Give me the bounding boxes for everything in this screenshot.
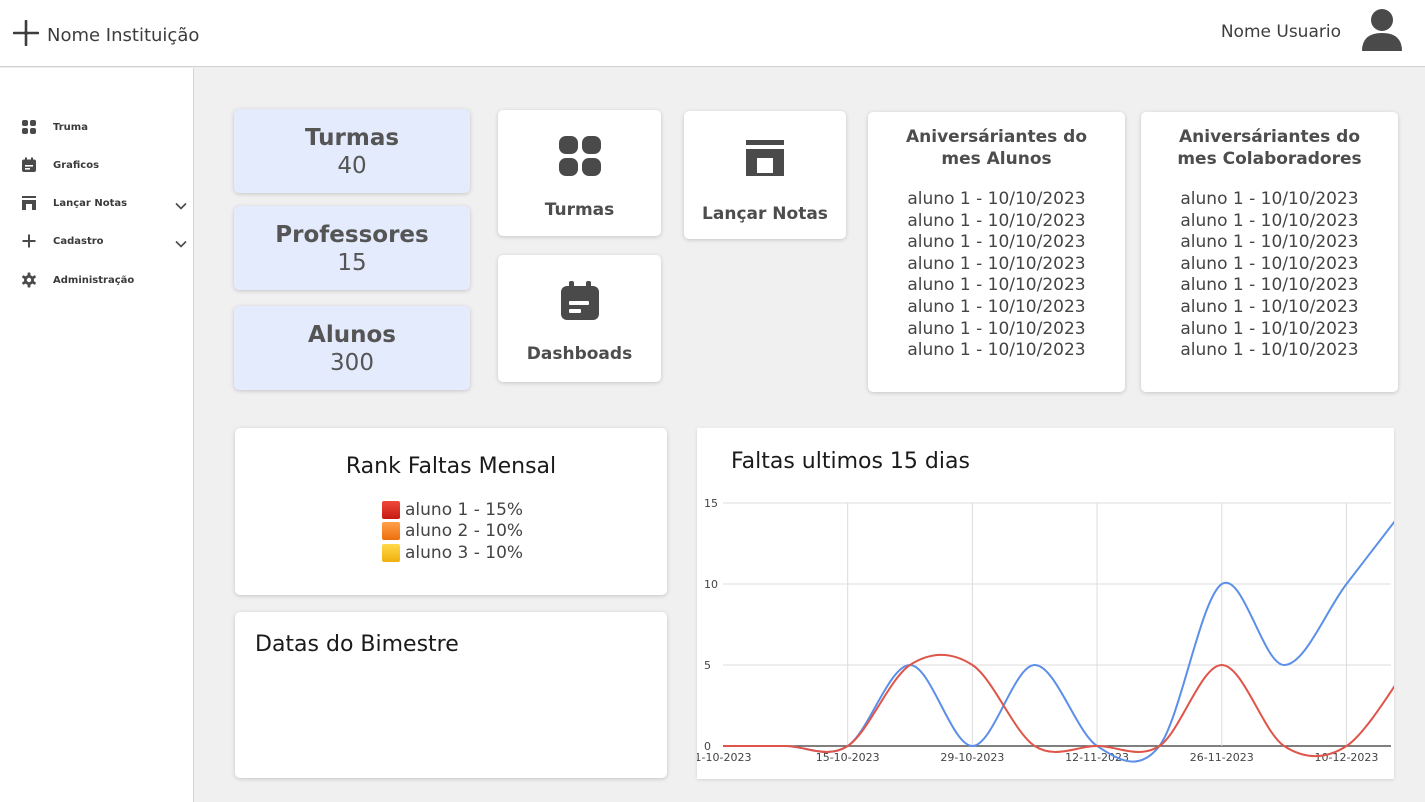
list-item: aluno 1 - 10/10/2023 (1180, 340, 1359, 361)
bimestre-title: Datas do Bimestre (255, 632, 459, 657)
rank-card: Rank Faltas Mensal aluno 1 - 15% aluno 2… (235, 428, 667, 595)
x-tick-label: 26-11-2023 (1190, 751, 1254, 764)
series-line (723, 654, 1394, 757)
grid-icon (558, 135, 602, 182)
institution-name: Nome Instituição (47, 25, 200, 46)
rank-color-swatch (382, 500, 400, 519)
x-tick-label: 1-10-2023 (697, 751, 751, 764)
stat-value: 15 (337, 250, 367, 276)
birthdays-list: aluno 1 - 10/10/2023 aluno 1 - 10/10/202… (1141, 189, 1398, 362)
chevron-down-icon[interactable] (175, 197, 187, 215)
grid-icon (20, 119, 38, 135)
gear-icon (20, 272, 38, 288)
x-tick-label: 12-11-2023 (1065, 751, 1129, 764)
sidebar-item-label: Lançar Notas (53, 197, 128, 209)
sidebar-item-truma[interactable]: Truma (0, 112, 194, 142)
stat-card-turmas: Turmas 40 (234, 109, 470, 193)
list-item: aluno 1 - 10/10/2023 (907, 232, 1086, 253)
list-item: aluno 1 - 10/10/2023 (907, 318, 1086, 339)
user-menu[interactable]: Nome Usuario (1221, 6, 1403, 57)
list-item: aluno 1 - 10/10/2023 (907, 275, 1086, 296)
list-item: aluno 1 - 10/10/2023 (1180, 210, 1359, 231)
rank-label: aluno 3 - 10% (405, 542, 524, 563)
list-item: aluno 2 - 10% (382, 521, 523, 543)
rank-color-swatch (382, 543, 400, 562)
list-item: aluno 1 - 10/10/2023 (1180, 275, 1359, 296)
series-line (723, 520, 1394, 763)
shortcut-dashboards[interactable]: Dashboads (498, 255, 661, 382)
birthdays-staff-card: Aniversáriantes do mes Colaboradores alu… (1141, 112, 1398, 392)
rank-label: aluno 2 - 10% (405, 521, 524, 542)
plus-icon (20, 233, 38, 249)
list-item: aluno 1 - 15% (382, 499, 523, 521)
shortcut-lancar-notas[interactable]: Lançar Notas (684, 111, 846, 239)
list-item: aluno 1 - 10/10/2023 (1180, 189, 1359, 209)
rank-color-swatch (382, 522, 400, 541)
birthdays-list: aluno 1 - 10/10/2023 aluno 1 - 10/10/202… (868, 189, 1125, 362)
sidebar-item-graficos[interactable]: Graficos (0, 150, 194, 180)
stat-card-alunos: Alunos 300 (234, 306, 470, 390)
stat-value: 40 (337, 153, 367, 179)
list-item: aluno 3 - 10% (382, 542, 523, 564)
brand[interactable]: Nome Instituição (12, 19, 200, 51)
list-item: aluno 1 - 10/10/2023 (1180, 318, 1359, 339)
chevron-down-icon[interactable] (175, 235, 187, 253)
sidebar-item-label: Administração (53, 274, 135, 286)
x-tick-label: 29-10-2023 (940, 751, 1004, 764)
sidebar-item-administracao[interactable]: Administração (0, 265, 194, 295)
storefront-icon (745, 139, 785, 182)
birthdays-title: Aniversáriantes do mes Colaboradores (1177, 127, 1362, 169)
shortcut-label: Lançar Notas (702, 204, 828, 224)
user-name: Nome Usuario (1220, 21, 1341, 42)
x-tick-label: 10-12-2023 (1314, 751, 1378, 764)
list-item: aluno 1 - 10/10/2023 (907, 189, 1086, 209)
rank-list: aluno 1 - 15% aluno 2 - 10% aluno 3 - 10… (382, 499, 523, 564)
stat-title: Alunos (308, 322, 396, 348)
sidebar-item-label: Graficos (53, 159, 100, 171)
rank-label: aluno 1 - 15% (405, 499, 524, 520)
top-bar: Nome Instituição Nome Usuario (0, 0, 1425, 67)
list-item: aluno 1 - 10/10/2023 (1180, 296, 1359, 317)
storefront-icon (20, 195, 38, 211)
user-avatar-icon[interactable] (1361, 6, 1403, 57)
sparkle-icon (12, 19, 40, 51)
rank-title: Rank Faltas Mensal (345, 454, 557, 479)
sidebar-item-label: Truma (53, 121, 88, 133)
sidebar: Truma Graficos Lançar Notas Cadastro Adm… (0, 68, 194, 802)
sidebar-item-label: Cadastro (53, 235, 104, 247)
absences-line-chart: 0510151-10-2023 15-10-2023 29-10-2023 12-11… (697, 497, 1394, 764)
shortcut-label: Turmas (544, 200, 615, 220)
stat-title: Turmas (304, 125, 400, 151)
sidebar-item-lancar-notas[interactable]: Lançar Notas (0, 188, 194, 218)
bimestre-card: Datas do Bimestre (235, 612, 667, 778)
list-item: aluno 1 - 10/10/2023 (907, 296, 1086, 317)
list-item: aluno 1 - 10/10/2023 (1180, 253, 1359, 274)
stat-title: Professores (275, 222, 429, 248)
stat-card-professores: Professores 15 (234, 206, 470, 290)
birthdays-title: Aniversáriantes do mes Alunos (906, 127, 1087, 169)
y-tick-label: 5 (704, 659, 711, 672)
stat-value: 300 (330, 350, 374, 376)
sidebar-item-cadastro[interactable]: Cadastro (0, 226, 194, 256)
birthdays-students-card: Aniversáriantes do mes Alunos aluno 1 - … (868, 112, 1125, 392)
y-tick-label: 10 (704, 578, 718, 591)
absences-chart-card: Faltas ultimos 15 dias 0 5 10 15 1-10-2023 15… (697, 428, 1394, 779)
y-tick-label: 15 (704, 497, 718, 510)
list-item: aluno 1 - 10/10/2023 (907, 340, 1086, 361)
list-item: aluno 1 - 10/10/2023 (907, 210, 1086, 231)
calendar-icon (20, 157, 38, 173)
shortcut-label: Dashboads (526, 344, 633, 364)
list-item: aluno 1 - 10/10/2023 (1180, 232, 1359, 253)
shortcut-turmas[interactable]: Turmas (498, 110, 661, 236)
list-item: aluno 1 - 10/10/2023 (907, 253, 1086, 274)
calendar-icon (559, 280, 601, 327)
